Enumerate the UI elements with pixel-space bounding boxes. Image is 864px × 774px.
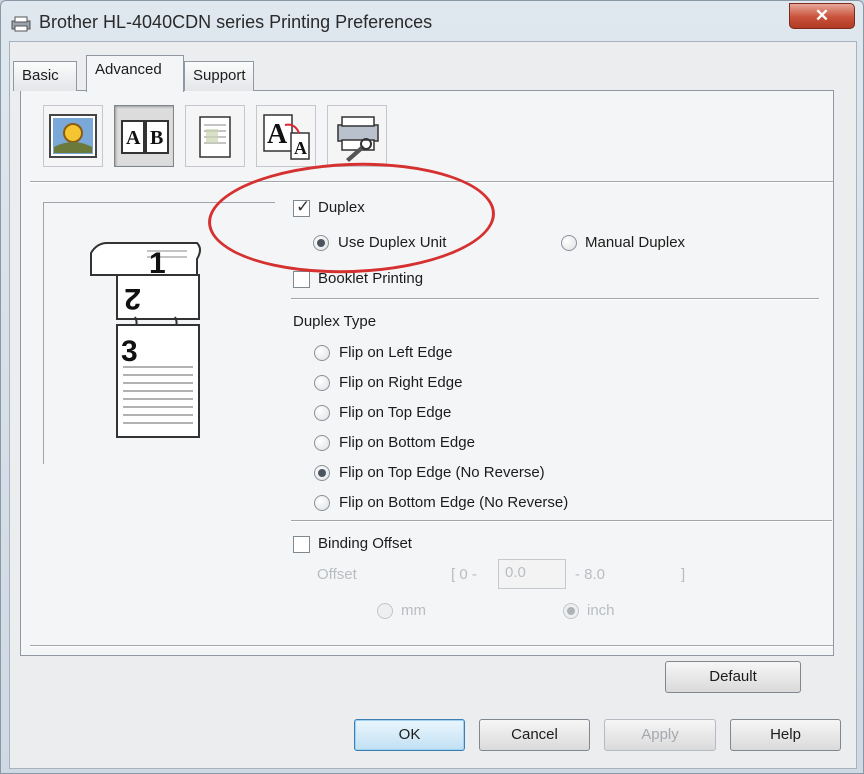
flip-left-edge-label: Flip on Left Edge: [339, 344, 453, 361]
booklet-printing-label: Booklet Printing: [318, 270, 424, 287]
ok-button[interactable]: OK: [354, 719, 465, 751]
text-scaling-button[interactable]: A A: [256, 105, 316, 167]
unit-mm-radio[interactable]: [377, 603, 393, 619]
svg-text:A: A: [294, 138, 307, 158]
duplex-type-heading: Duplex Type: [293, 313, 377, 330]
preview-page-3: 3: [121, 335, 138, 368]
flip-bottom-edge-radio[interactable]: [314, 435, 330, 451]
watermark-button[interactable]: [185, 105, 245, 167]
printer-icon: [11, 16, 31, 32]
color-settings-icon: [49, 114, 97, 158]
device-options-button[interactable]: [327, 105, 387, 167]
duplex-checkbox[interactable]: ✓: [293, 197, 311, 217]
svg-text:A: A: [267, 119, 288, 150]
flip-bottom-edge-label: Flip on Bottom Edge: [339, 434, 475, 451]
offset-label: Offset: [317, 566, 357, 583]
duplex-icon: A B: [121, 120, 169, 154]
binding-separator: [291, 520, 832, 522]
default-button[interactable]: Default: [665, 661, 801, 693]
offset-range-min: [ 0 -: [451, 566, 477, 583]
binding-offset-checkbox[interactable]: [293, 536, 310, 553]
checkmark-icon: ✓: [296, 197, 311, 216]
flip-top-edge-no-reverse-radio[interactable]: [314, 465, 330, 481]
close-button[interactable]: ✕: [789, 3, 855, 29]
tab-advanced[interactable]: Advanced: [86, 55, 184, 92]
duplex-preview-pages: 1 2 3: [90, 242, 201, 438]
flip-top-edge-no-reverse-label: Flip on Top Edge (No Reverse): [339, 464, 545, 481]
manual-duplex-radio[interactable]: [561, 235, 577, 251]
flip-top-edge-radio[interactable]: [314, 405, 330, 421]
window-title: Brother HL-4040CDN series Printing Prefe…: [39, 12, 433, 32]
offset-range-bracket: ]: [681, 566, 686, 583]
use-duplex-unit-label: Use Duplex Unit: [338, 234, 447, 251]
preview-page-1: 1: [149, 247, 166, 280]
unit-inch-label: inch: [587, 602, 615, 619]
printing-preferences-window: Brother HL-4040CDN series Printing Prefe…: [0, 0, 864, 774]
color-settings-button[interactable]: [43, 105, 103, 167]
svg-text:B: B: [150, 127, 163, 149]
offset-range-max: - 8.0: [575, 566, 606, 583]
binding-offset-label: Binding Offset: [318, 535, 412, 552]
help-button[interactable]: Help: [730, 719, 841, 751]
duplex-settings-button[interactable]: A B: [114, 105, 174, 167]
flip-bottom-edge-no-reverse-label: Flip on Bottom Edge (No Reverse): [339, 494, 569, 511]
watermark-icon: [199, 116, 231, 158]
tab-support[interactable]: Support: [184, 61, 254, 91]
offset-input[interactable]: 0.0: [498, 559, 566, 589]
flip-right-edge-label: Flip on Right Edge: [339, 374, 463, 391]
flip-bottom-edge-no-reverse-radio[interactable]: [314, 495, 330, 511]
apply-button[interactable]: Apply: [604, 719, 716, 751]
use-duplex-unit-radio[interactable]: [313, 235, 329, 251]
bottom-separator: [30, 645, 833, 647]
flip-left-edge-radio[interactable]: [314, 345, 330, 361]
unit-mm-label: mm: [401, 602, 426, 619]
unit-inch-radio[interactable]: [563, 603, 579, 619]
text-scaling-icon: A A: [263, 114, 310, 160]
svg-text:A: A: [126, 127, 141, 149]
section-separator: [291, 298, 819, 300]
flip-right-edge-radio[interactable]: [314, 375, 330, 391]
duplex-label: Duplex: [318, 199, 365, 216]
manual-duplex-label: Manual Duplex: [585, 234, 686, 251]
flip-top-edge-label: Flip on Top Edge: [339, 404, 452, 421]
booklet-printing-checkbox[interactable]: [293, 271, 310, 288]
preview-page-2: 2: [124, 282, 141, 315]
toolbar-separator: [30, 181, 833, 183]
device-options-icon: [337, 116, 379, 162]
cancel-button[interactable]: Cancel: [479, 719, 590, 751]
tab-basic[interactable]: Basic: [13, 61, 77, 91]
